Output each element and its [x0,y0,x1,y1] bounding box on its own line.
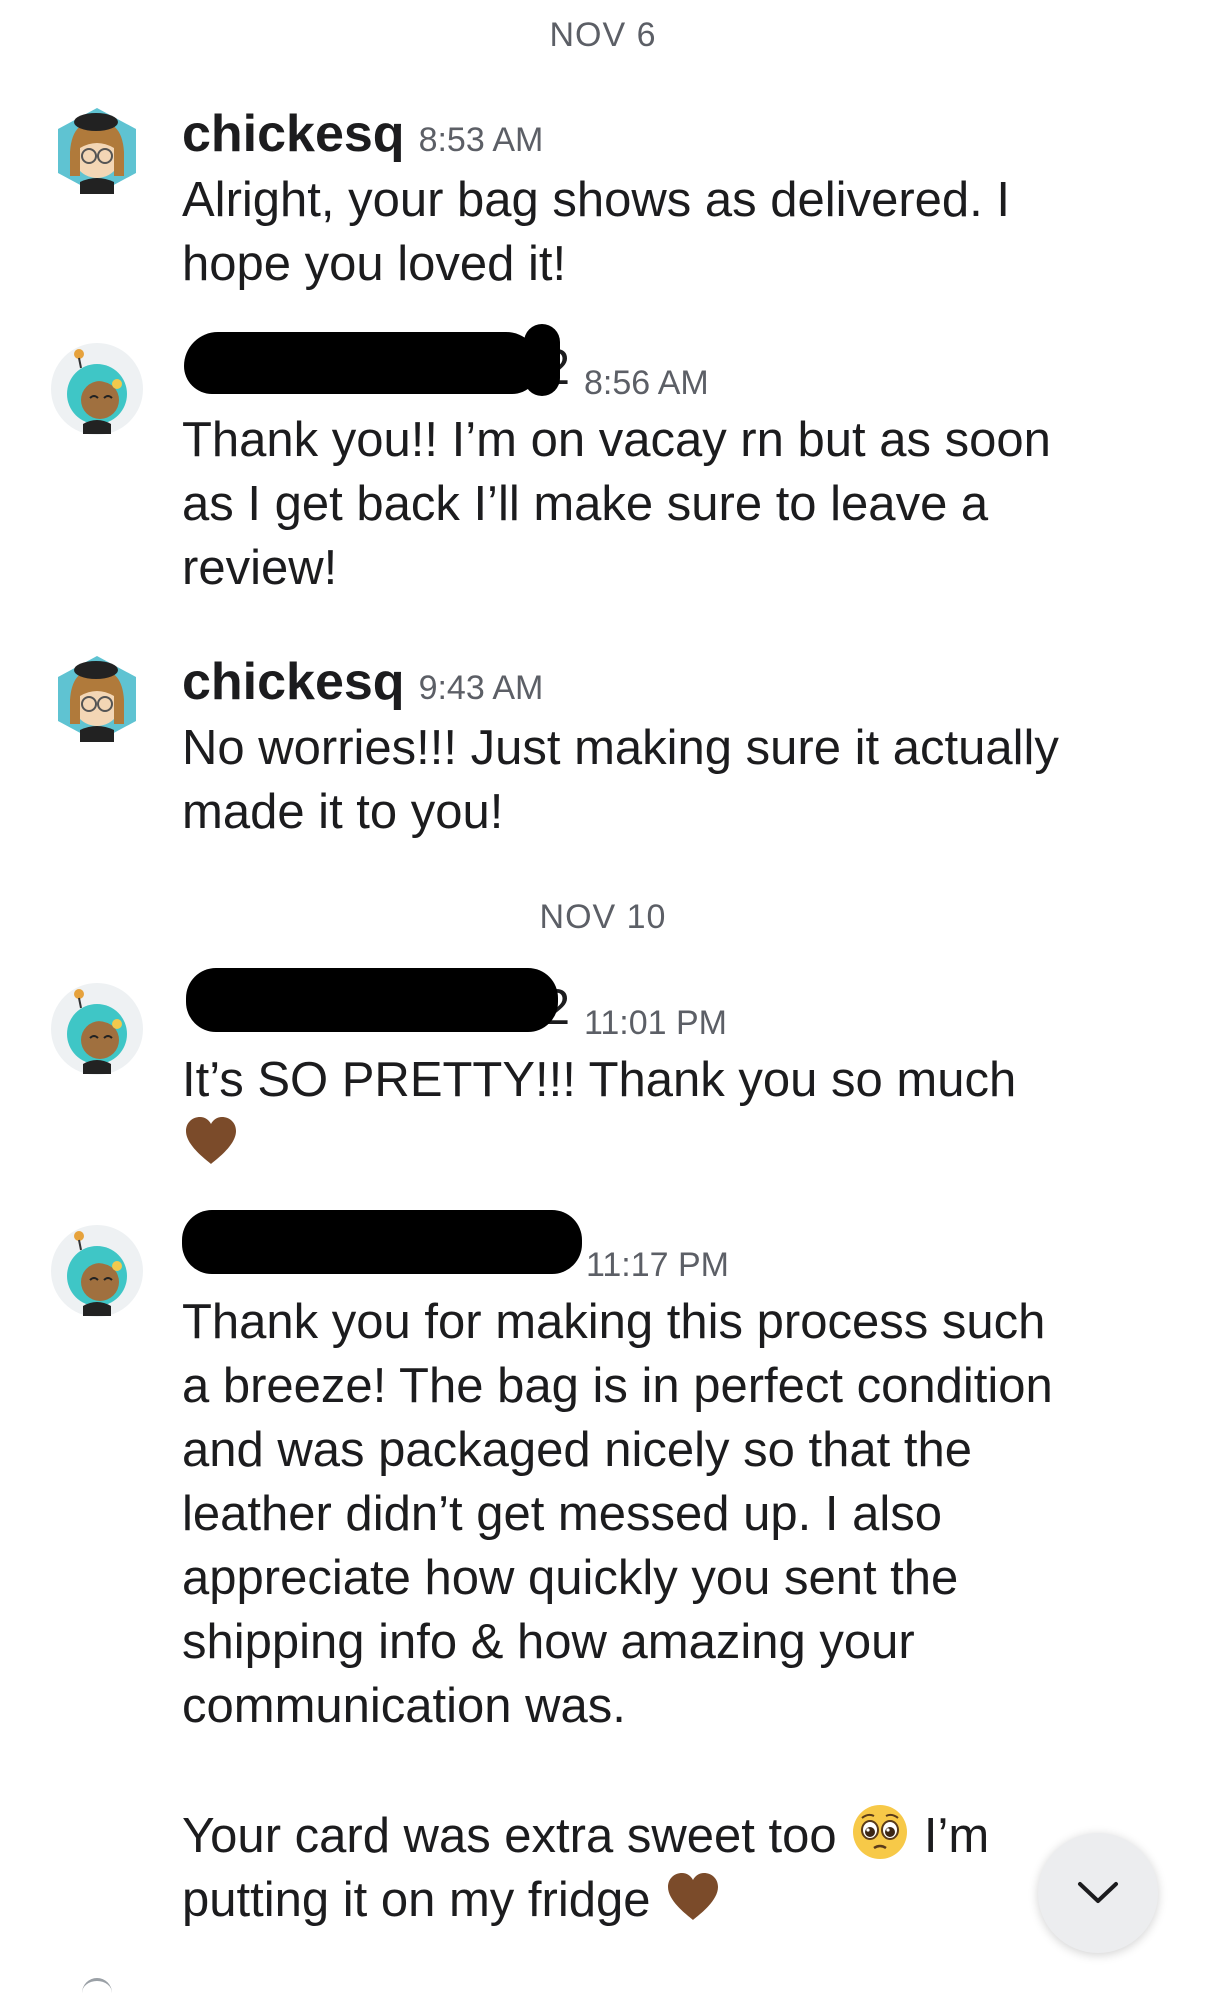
username[interactable]: chickesq [182,104,405,164]
message-text-line: I’m [923,1809,990,1863]
message-text: It’s SO PRETTY!!! Thank you so much [182,1048,1166,1176]
date-separator: NOV 10 [539,898,667,936]
message-text-line: Your card was extra sweet too [182,1809,837,1863]
avatar[interactable] [50,342,144,436]
message-text-line: putting it on my fridge [182,1873,651,1927]
brown-heart-icon [668,1873,719,1920]
redaction-mark [186,968,558,1032]
timestamp: 9:43 AM [418,669,544,707]
message-text: Thank you!! I’m on vacay rn but as soon … [182,413,1051,595]
avatar[interactable] [50,104,144,198]
next-message-avatar-edge [82,1978,112,1995]
scroll-to-bottom-button[interactable] [1038,1833,1158,1953]
message-text: No worries!!! Just making sure it actual… [182,721,1059,839]
chevron-down-icon [1078,1882,1118,1903]
message-item[interactable]: 2 8:56 AM Thank you!! I’m on vacay rn bu… [0,324,1206,600]
timestamp: 8:56 AM [584,364,709,402]
avatar[interactable] [50,982,144,1076]
message-text: Thank you for making this process such a… [182,1295,1053,1733]
message-text-paragraph: Your card was extra sweet too I’m puttin… [182,1802,1166,1932]
brown-heart-icon [186,1117,236,1164]
redacted-username[interactable] [182,1210,582,1276]
message-item[interactable]: chickesq 8:53 AM Alright, your bag shows… [0,104,1206,296]
redaction-mark [524,324,560,396]
redaction-mark [182,1210,582,1274]
message-item[interactable]: chickesq 9:43 AM No worries!!! Just maki… [0,652,1206,844]
message-text-line: It’s SO PRETTY!!! Thank you so much [182,1053,1017,1107]
timestamp: 11:01 PM [584,1004,728,1042]
date-separator: NOV 6 [549,16,657,54]
avatar[interactable] [50,652,144,746]
redacted-username[interactable]: 2 [182,324,570,396]
timestamp: 11:17 PM [586,1246,730,1284]
message-text: Alright, your bag shows as delivered. I … [182,173,1010,291]
pleading-face-icon [853,1805,908,1859]
redacted-username[interactable]: 2 [182,968,570,1035]
redaction-mark [184,332,540,394]
timestamp: 8:53 AM [418,121,544,159]
message-item[interactable]: 2 11:01 PM It’s SO PRETTY!!! Thank you s… [0,968,1206,1176]
username[interactable]: chickesq [182,652,405,712]
avatar[interactable] [50,1224,144,1318]
message-item[interactable]: 11:17 PM Thank you for making this proce… [0,1210,1206,1932]
